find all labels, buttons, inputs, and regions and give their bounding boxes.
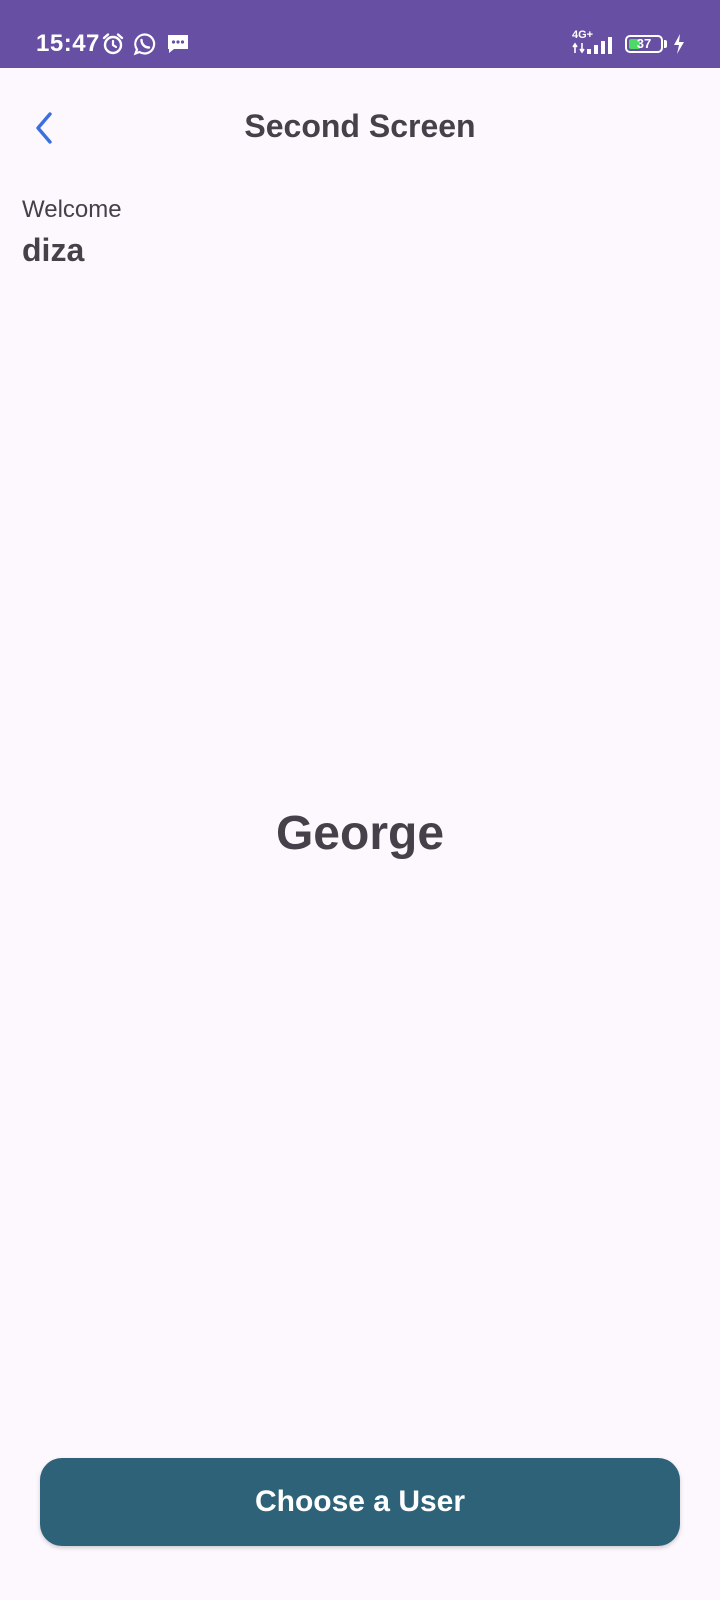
message-icon (166, 32, 190, 61)
choose-user-button[interactable]: Choose a User (40, 1458, 680, 1546)
logged-in-user-name: diza (22, 232, 85, 268)
battery-level: 37 (636, 36, 652, 51)
charging-icon (673, 34, 685, 59)
status-time: 15:47 (36, 30, 100, 57)
signal-icon: 4G+ (572, 30, 616, 54)
battery-tip (664, 40, 667, 48)
battery-icon: 37 (625, 35, 663, 53)
selected-user-name: George (275, 807, 445, 860)
page-title: Second Screen (244, 108, 476, 144)
whatsapp-icon (133, 32, 157, 61)
alarm-icon (101, 32, 125, 61)
app-bar: Second Screen (0, 68, 720, 192)
status-bar: 15:47 4G+ 37 (0, 0, 720, 68)
welcome-label: Welcome (22, 196, 122, 223)
